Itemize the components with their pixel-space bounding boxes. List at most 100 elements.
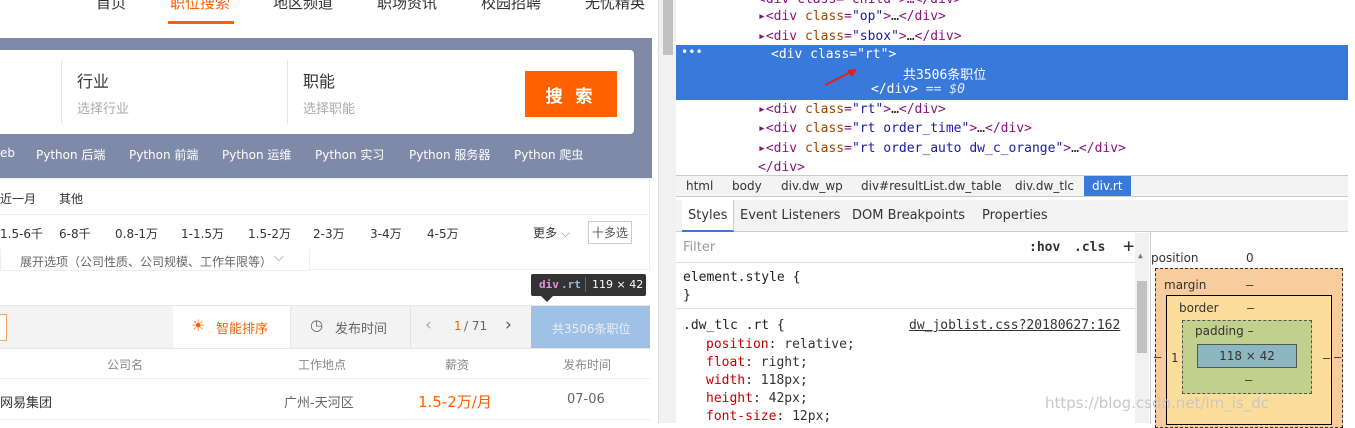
col-salary: 薪资 <box>445 358 470 372</box>
col-location: 工作地点 <box>298 358 347 372</box>
salary-option[interactable]: 1.5-6千 <box>0 225 43 242</box>
styles-filter-input[interactable]: Filter <box>683 240 715 255</box>
salary-option[interactable]: 0.8-1万 <box>115 225 158 242</box>
tag-item[interactable]: Python 前端 <box>129 146 198 163</box>
nav-job-search[interactable]: 职位搜索 <box>170 0 230 13</box>
dom-node-selected[interactable]: ••• <div class="rt"> 共3506条职位 </div> == … <box>676 45 1348 100</box>
tag-item[interactable]: eb <box>0 146 15 160</box>
tab-dom-breakpoints[interactable]: DOM Breakpoints <box>852 208 965 223</box>
page-current: 1 <box>454 319 462 333</box>
total-count-highlighted: 共3506条职位 <box>531 306 650 348</box>
box-padding: padding – 118 × 42 – <box>1182 320 1312 394</box>
css-prop: float: right; <box>706 355 808 370</box>
box-position-label: position <box>1151 251 1199 265</box>
keyword-input[interactable] <box>0 314 7 341</box>
dom-node[interactable]: ▸<div class="op">…</div> <box>758 9 946 24</box>
salary-option[interactable]: 6-8千 <box>59 225 91 242</box>
red-arrow-annotation <box>824 69 857 86</box>
expand-options[interactable]: 展开选项（公司性质、公司规模、工作年限等） ⌵ <box>0 249 310 271</box>
total-count-label: 共3506条职位 <box>552 322 631 336</box>
clock-icon: ◷ <box>310 316 324 334</box>
tab-event-listeners[interactable]: Event Listeners <box>740 208 840 223</box>
salary-option[interactable]: 2-3万 <box>313 225 345 242</box>
chevron-down-icon: ⌵ <box>557 226 570 240</box>
row-company[interactable]: 网易集团 <box>0 392 52 411</box>
css-selector: .dw_tlc .rt { <box>683 318 785 333</box>
industry-select[interactable]: 选择行业 <box>77 98 129 117</box>
plus-icon[interactable]: + <box>1123 235 1134 257</box>
tag-item[interactable]: Python 服务器 <box>409 146 490 163</box>
crumb[interactable]: div.dw_tlc <box>1015 179 1074 193</box>
col-date: 发布时间 <box>563 358 612 372</box>
crumb-active[interactable]: div.rt <box>1084 176 1131 196</box>
css-prop: font-size: 12px; <box>706 409 832 424</box>
tag-item[interactable]: Python 后端 <box>36 146 105 163</box>
crumb[interactable]: div.dw_wp <box>781 179 843 193</box>
devtools-panel: <div class="child">…</div> ▸<div class="… <box>676 0 1355 428</box>
styles-filter-bar: Filter :hov .cls + <box>676 233 1148 263</box>
tooltip-tag: div <box>539 278 559 291</box>
chevron-down-icon: ⌵ <box>274 250 284 265</box>
col-company: 公司名 <box>107 358 144 372</box>
search-button[interactable]: 搜 索 <box>525 71 617 117</box>
salary-option[interactable]: 1-1.5万 <box>181 225 224 242</box>
function-select[interactable]: 选择职能 <box>303 98 355 117</box>
smart-sort-label: 智能排序 <box>216 322 269 337</box>
nav-region[interactable]: 地区频道 <box>273 0 333 13</box>
industry-label: 行业 <box>77 72 110 91</box>
sort-bar: ☀ 智能排序 ◷ 发布时间 ‹ 1 / 71 › 共3506条职位 <box>0 305 650 349</box>
tag-item[interactable]: Python 运维 <box>222 146 291 163</box>
dom-node[interactable]: ▸<div class="rt order_auto dw_c_orange">… <box>758 141 1126 156</box>
dom-node[interactable]: ▸<div class="sbox">…</div> <box>758 29 962 44</box>
salary-option[interactable]: 1.5-2万 <box>248 225 291 242</box>
hov-toggle[interactable]: :hov <box>1029 240 1060 255</box>
row-date: 07-06 <box>567 392 605 407</box>
dom-node[interactable]: ▸<div class="rt">…</div> <box>758 102 946 117</box>
bulb-icon: ☀ <box>191 316 206 335</box>
filter-time-other[interactable]: 其他 <box>59 190 83 207</box>
css-prop: height: 42px; <box>706 391 808 406</box>
css-prop: position: relative; <box>706 337 855 352</box>
nav-elite[interactable]: 无忧精英 <box>585 0 645 13</box>
css-source-link[interactable]: dw_joblist.css?20180627:162 <box>909 318 1120 333</box>
breadcrumb: html body div.dw_wp div#resultList.dw_ta… <box>676 175 1348 197</box>
salary-option[interactable]: 4-5万 <box>427 225 459 242</box>
selected-text: 共3506条职位 <box>903 68 987 83</box>
nav-campus[interactable]: 校园招聘 <box>481 0 541 13</box>
watermark: https://blog.csdn.net/lm_is_dc <box>1045 394 1269 412</box>
nav-home[interactable]: 首页 <box>96 0 126 13</box>
more-button[interactable]: 更多 ⌵ <box>533 224 570 241</box>
crumb[interactable]: div#resultList.dw_table <box>861 179 1002 193</box>
row-location: 广州-天河区 <box>284 396 354 411</box>
devtools-tabs: Styles Event Listeners DOM Breakpoints P… <box>676 200 1348 232</box>
chevron-right-icon[interactable]: › <box>505 315 512 335</box>
css-prop: width: 118px; <box>706 373 808 388</box>
tag-item[interactable]: Python 爬虫 <box>514 146 583 163</box>
dom-node-partial: <div class="child">…</div> <box>758 0 962 7</box>
multi-select-button[interactable]: 十多选 <box>588 221 633 244</box>
page-total: / 71 <box>464 319 488 333</box>
expand-options-label: 展开选项（公司性质、公司规模、工作年限等） <box>20 255 273 269</box>
element-style-rule: element.style { <box>683 270 801 285</box>
cls-toggle[interactable]: .cls <box>1074 240 1105 255</box>
crumb[interactable]: body <box>732 179 762 193</box>
filter-time-month[interactable]: 近一月 <box>0 190 36 207</box>
nav-news[interactable]: 职场资讯 <box>377 0 437 13</box>
box-content: 118 × 42 <box>1197 344 1297 368</box>
chevron-left-icon[interactable]: ‹ <box>425 315 432 335</box>
salary-option[interactable]: 3-4万 <box>370 225 402 242</box>
dom-node[interactable]: ▸<div class="rt order_time">…</div> <box>758 121 1032 136</box>
nav-active-underline <box>168 21 234 24</box>
tab-styles[interactable]: Styles <box>682 200 735 232</box>
tab-properties[interactable]: Properties <box>982 208 1048 223</box>
tooltip-class: .rt <box>561 278 581 291</box>
tooltip-size: 119 × 42 <box>592 278 644 291</box>
row-salary: 1.5-2万/月 <box>418 393 492 411</box>
element-tooltip: div .rt 119 × 42 <box>531 274 646 302</box>
crumb[interactable]: html <box>686 179 713 193</box>
smart-sort-button[interactable]: ☀ 智能排序 <box>173 306 291 348</box>
tag-item[interactable]: Python 实习 <box>315 146 384 163</box>
time-sort-button[interactable]: 发布时间 <box>335 318 387 337</box>
page-scrollbar[interactable] <box>658 0 676 423</box>
box-position-value: 0 <box>1246 251 1254 265</box>
